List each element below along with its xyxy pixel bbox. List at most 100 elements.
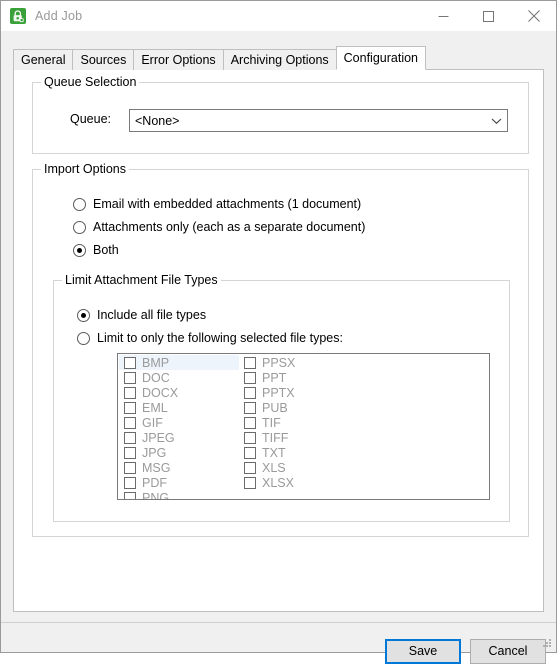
checkbox-icon[interactable]: [124, 431, 136, 444]
window-title: Add Job: [35, 9, 83, 23]
tab-configuration-label: Configuration: [343, 51, 419, 65]
close-icon[interactable]: [511, 1, 556, 31]
list-item[interactable]: JPG: [119, 445, 239, 460]
resize-grip-icon[interactable]: [541, 637, 553, 649]
list-item-label: JPEG: [142, 430, 175, 445]
save-button[interactable]: Save: [385, 639, 461, 664]
list-item[interactable]: TXT: [239, 445, 359, 460]
list-item[interactable]: PPTX: [239, 385, 359, 400]
radio-button-icon: [77, 308, 90, 322]
list-item-label: PUB: [262, 400, 288, 415]
list-item[interactable]: JPEG: [119, 430, 239, 445]
list-item-label: DOC: [142, 370, 170, 385]
checkbox-icon[interactable]: [124, 476, 136, 489]
list-item-label: PNG: [142, 490, 170, 500]
tab-error-options[interactable]: Error Options: [133, 49, 224, 70]
queue-label: Queue:: [70, 112, 112, 126]
dialog-footer: Save Cancel: [1, 622, 556, 664]
window-controls: [421, 1, 556, 31]
radio-button-icon: [77, 331, 90, 345]
file-types-listbox[interactable]: BMP DOC DOCX EML GIF JPEG JPG MSG PDF PN…: [117, 353, 490, 500]
list-item-label: DOCX: [142, 385, 179, 400]
tab-configuration[interactable]: Configuration: [335, 46, 427, 70]
tab-sources[interactable]: Sources: [72, 49, 135, 70]
list-item-label: BMP: [142, 355, 170, 370]
list-item[interactable]: PDF: [119, 475, 239, 490]
checkbox-icon[interactable]: [244, 476, 256, 489]
checkbox-icon[interactable]: [124, 446, 136, 459]
tab-strip: General Sources Error Options Archiving …: [13, 46, 556, 70]
list-item[interactable]: XLSX: [239, 475, 359, 490]
list-item-label: XLS: [262, 460, 286, 475]
list-item[interactable]: TIFF: [239, 430, 359, 445]
list-item[interactable]: TIF: [239, 415, 359, 430]
radio-button-icon: [73, 220, 86, 234]
checkbox-icon[interactable]: [244, 446, 256, 459]
checkbox-icon[interactable]: [124, 386, 136, 399]
tab-error-options-label: Error Options: [141, 53, 216, 67]
checkbox-icon[interactable]: [124, 356, 136, 369]
checkbox-icon[interactable]: [124, 371, 136, 384]
checkbox-icon[interactable]: [244, 461, 256, 474]
minimize-icon[interactable]: [421, 1, 466, 31]
checkbox-icon[interactable]: [124, 491, 136, 499]
checkbox-icon[interactable]: [244, 401, 256, 414]
radio-attachments-only-label: Attachments only (each as a separate doc…: [93, 220, 366, 234]
queue-combobox[interactable]: <None>: [129, 109, 508, 132]
checkbox-icon[interactable]: [244, 431, 256, 444]
list-item-label: XLSX: [262, 475, 294, 490]
list-item[interactable]: MSG: [119, 460, 239, 475]
list-item-label: JPG: [142, 445, 167, 460]
checkbox-icon[interactable]: [124, 461, 136, 474]
checkbox-icon[interactable]: [244, 386, 256, 399]
queue-selection-group: Queue Selection Queue: <None>: [32, 75, 529, 154]
radio-email-with-embedded-attachments-label: Email with embedded attachments (1 docum…: [93, 197, 362, 211]
checkbox-icon[interactable]: [124, 416, 136, 429]
queue-combobox-value: <None>: [135, 113, 180, 128]
list-item[interactable]: PNG: [119, 490, 239, 500]
checkbox-icon[interactable]: [244, 416, 256, 429]
list-item-label: PPT: [262, 370, 287, 385]
tab-sources-label: Sources: [80, 53, 127, 67]
radio-button-icon: [73, 243, 86, 257]
radio-both[interactable]: Both: [73, 241, 119, 259]
list-item-label: GIF: [142, 415, 163, 430]
radio-include-all-file-types-label: Include all file types: [97, 308, 207, 322]
tab-general[interactable]: General: [13, 49, 74, 70]
checkbox-icon[interactable]: [244, 356, 256, 369]
cancel-button[interactable]: Cancel: [470, 639, 546, 664]
radio-attachments-only[interactable]: Attachments only (each as a separate doc…: [73, 218, 365, 236]
list-item[interactable]: GIF: [119, 415, 239, 430]
chevron-down-icon[interactable]: [485, 117, 507, 125]
radio-include-all-file-types[interactable]: Include all file types: [77, 306, 206, 324]
import-options-group: Import Options Email with embedded attac…: [32, 162, 529, 537]
list-item[interactable]: PPT: [239, 370, 359, 385]
radio-both-label: Both: [93, 243, 119, 257]
list-item-label: TIF: [262, 415, 281, 430]
checkbox-icon[interactable]: [244, 371, 256, 384]
radio-email-with-embedded-attachments[interactable]: Email with embedded attachments (1 docum…: [73, 195, 361, 213]
list-item[interactable]: PPSX: [239, 355, 359, 370]
import-options-group-title: Import Options: [41, 162, 129, 176]
tab-archiving-options[interactable]: Archiving Options: [222, 49, 337, 70]
list-item[interactable]: DOC: [119, 370, 239, 385]
app-lock-icon: [10, 8, 26, 24]
list-item[interactable]: DOCX: [119, 385, 239, 400]
list-item[interactable]: PUB: [239, 400, 359, 415]
limit-attachment-file-types-group: Limit Attachment File Types Include all …: [53, 273, 510, 522]
list-item[interactable]: BMP: [119, 355, 239, 370]
list-item[interactable]: EML: [119, 400, 239, 415]
tab-archiving-options-label: Archiving Options: [230, 53, 329, 67]
limit-attachment-file-types-group-title: Limit Attachment File Types: [62, 273, 221, 287]
file-types-column-right: PPSX PPT PPTX PUB TIF TIFF TXT XLS XLSX: [239, 355, 359, 490]
radio-limit-to-selected-file-types[interactable]: Limit to only the following selected fil…: [77, 329, 343, 347]
list-item-label: PPTX: [262, 385, 295, 400]
radio-button-icon: [73, 197, 86, 211]
checkbox-icon[interactable]: [124, 401, 136, 414]
list-item-label: PDF: [142, 475, 167, 490]
list-item-label: PPSX: [262, 355, 296, 370]
maximize-icon[interactable]: [466, 1, 511, 31]
list-item-label: EML: [142, 400, 168, 415]
list-item[interactable]: XLS: [239, 460, 359, 475]
tab-general-label: General: [21, 53, 66, 67]
